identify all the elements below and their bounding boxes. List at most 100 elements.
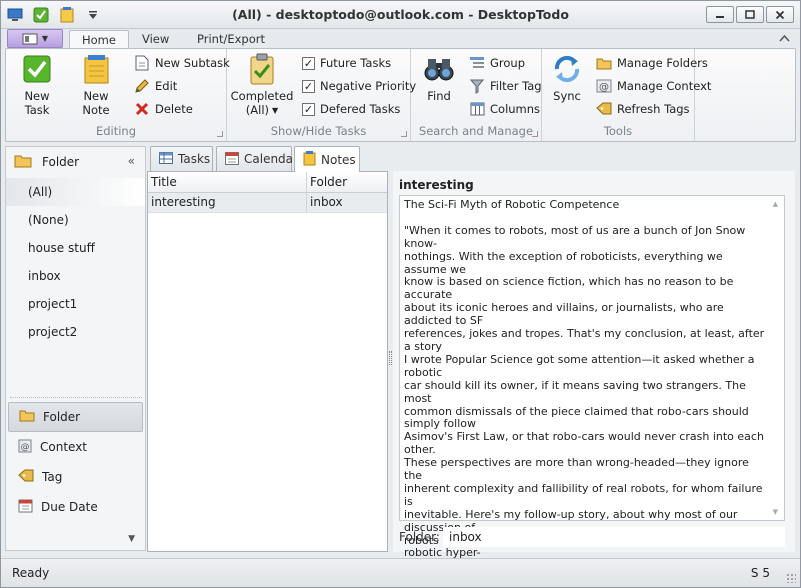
cell-folder[interactable]: inbox	[307, 193, 387, 212]
group-list-icon	[469, 55, 485, 71]
nav-header: Folder	[6, 147, 145, 177]
maximize-icon	[745, 9, 755, 19]
cell-title[interactable]: interesting	[148, 193, 307, 212]
delete-button[interactable]: Delete	[134, 99, 193, 119]
manage-context-label: Manage Context	[617, 79, 712, 93]
completed-value: (All)	[245, 103, 270, 117]
find-label: Find	[427, 89, 451, 103]
folder-item-project2[interactable]: project2	[6, 318, 145, 346]
deferred-tasks-checkbox[interactable]: ✓	[302, 102, 315, 116]
tab-calendar[interactable]: Calendar	[216, 146, 298, 171]
dialog-launcher-icon[interactable]	[217, 131, 223, 137]
tab-home[interactable]: Home	[69, 30, 129, 49]
context-icon: @	[18, 439, 32, 456]
nav-view-tag[interactable]: Tag	[8, 462, 143, 492]
columns-button[interactable]: Columns	[469, 99, 540, 119]
refresh-tags-button[interactable]: Refresh Tags	[596, 99, 690, 119]
note-body-text[interactable]: The Sci-Fi Myth of Robotic Competence "W…	[404, 198, 766, 573]
calendar-icon	[18, 498, 33, 516]
tab-calendar-label: Calendar	[244, 152, 298, 166]
folder-field-label: Folder:	[399, 530, 440, 544]
folder-icon	[19, 409, 35, 425]
negative-priority-label: Negative Priority	[320, 79, 417, 93]
status-indicator: S 5	[750, 566, 770, 580]
new-subtask-label: New Subtask	[155, 56, 230, 70]
scroll-up-icon[interactable]: ▲	[773, 200, 778, 208]
pane-splitter[interactable]	[10, 397, 142, 400]
column-header-folder[interactable]: Folder	[307, 172, 387, 192]
filter-tag-label: Filter Tag	[490, 79, 542, 93]
new-subtask-button[interactable]: New Subtask	[134, 53, 230, 73]
negative-priority-toggle[interactable]: ✓ Negative Priority	[302, 76, 416, 96]
folder-item-inbox[interactable]: inbox	[6, 262, 145, 290]
red-x-icon	[134, 101, 150, 117]
manage-context-button[interactable]: @ Manage Context	[596, 76, 711, 96]
completed-dropdown-button[interactable]: Completed (All) ▼	[231, 53, 293, 117]
sync-button[interactable]: Sync	[548, 53, 586, 103]
completed-value-row: (All) ▼	[246, 103, 278, 117]
scroll-down-icon[interactable]: ▼	[773, 508, 778, 516]
resize-grip[interactable]	[786, 573, 796, 583]
editing-group-label: Editing	[95, 124, 137, 138]
clipboard-check-icon	[250, 53, 274, 85]
nav-view-folder-label: Folder	[43, 410, 81, 424]
maximize-button[interactable]	[736, 6, 764, 23]
tab-view[interactable]: View	[130, 30, 181, 49]
calendar-icon	[225, 151, 239, 168]
tab-print-export[interactable]: Print/Export	[185, 30, 277, 49]
chevron-down-icon[interactable]: ▼	[128, 534, 135, 544]
folder-field-value[interactable]: inbox	[443, 527, 785, 547]
title-bar: (All) - desktoptodo@outlook.com - Deskto…	[1, 1, 800, 29]
editing-group: New Task New Note New Subtask Edit Delet…	[6, 49, 230, 141]
application-menu-button[interactable]: ▼	[7, 29, 63, 48]
negative-priority-checkbox[interactable]: ✓	[302, 79, 315, 93]
manage-folders-label: Manage Folders	[617, 56, 708, 70]
future-tasks-checkbox[interactable]: ✓	[302, 56, 315, 70]
window-title: (All) - desktoptodo@outlook.com - Deskto…	[232, 7, 569, 22]
collapse-pane-icon[interactable]: «	[128, 154, 135, 168]
tab-tasks[interactable]: Tasks	[150, 146, 213, 171]
folder-item-house-stuff[interactable]: house stuff	[6, 234, 145, 262]
filter-tag-button[interactable]: Filter Tag	[469, 76, 542, 96]
edit-button[interactable]: Edit	[134, 76, 177, 96]
app-menu-icon	[22, 33, 38, 44]
folder-item-project1[interactable]: project1	[6, 290, 145, 318]
folder-item-all[interactable]: (All)	[6, 178, 145, 206]
ribbon-tab-strip: ▼ Home View Print/Export	[1, 29, 800, 49]
dialog-launcher-icon[interactable]	[532, 131, 538, 137]
nav-view-tag-label: Tag	[42, 470, 63, 484]
find-button[interactable]: Find	[417, 53, 461, 103]
group-button[interactable]: Group	[469, 53, 525, 73]
note-body-editor[interactable]: The Sci-Fi Myth of Robotic Competence "W…	[399, 195, 785, 572]
tag-icon	[596, 101, 612, 117]
columns-label: Columns	[490, 102, 541, 116]
table-row[interactable]: interesting inbox	[148, 193, 387, 213]
navigation-pane: Folder « (All) (None) house stuff inbox …	[5, 146, 146, 551]
manage-folders-button[interactable]: Manage Folders	[596, 53, 708, 73]
deferred-tasks-toggle[interactable]: ✓ Defered Tasks	[302, 99, 400, 119]
nav-view-folder[interactable]: Folder	[8, 402, 143, 432]
collapse-ribbon-icon[interactable]	[779, 32, 790, 45]
window-controls	[706, 6, 794, 23]
column-header-title[interactable]: Title	[148, 172, 307, 192]
tab-notes-label: Notes	[321, 152, 356, 167]
grid-header: Title Folder	[148, 172, 387, 193]
future-tasks-toggle[interactable]: ✓ Future Tasks	[302, 53, 391, 73]
tab-notes[interactable]: Notes	[294, 146, 360, 172]
funnel-icon	[469, 78, 485, 94]
close-button[interactable]	[766, 6, 794, 23]
app-window: (All) - desktoptodo@outlook.com - Deskto…	[0, 0, 801, 588]
nav-view-context[interactable]: @ Context	[8, 432, 143, 462]
minimize-button[interactable]	[706, 6, 734, 23]
group-label: Group	[490, 56, 526, 70]
tools-group-label: Tools	[603, 124, 633, 138]
note-title: interesting	[399, 178, 474, 192]
nav-view-context-label: Context	[40, 440, 88, 454]
folder-item-none[interactable]: (None)	[6, 206, 145, 234]
nav-view-due-date[interactable]: Due Date	[8, 492, 143, 522]
new-task-button[interactable]: New Task	[12, 53, 62, 117]
dialog-launcher-icon[interactable]	[401, 131, 407, 137]
nav-view-due-date-label: Due Date	[41, 500, 98, 514]
splitter-handle[interactable]	[389, 351, 392, 365]
new-note-button[interactable]: New Note	[70, 53, 122, 117]
